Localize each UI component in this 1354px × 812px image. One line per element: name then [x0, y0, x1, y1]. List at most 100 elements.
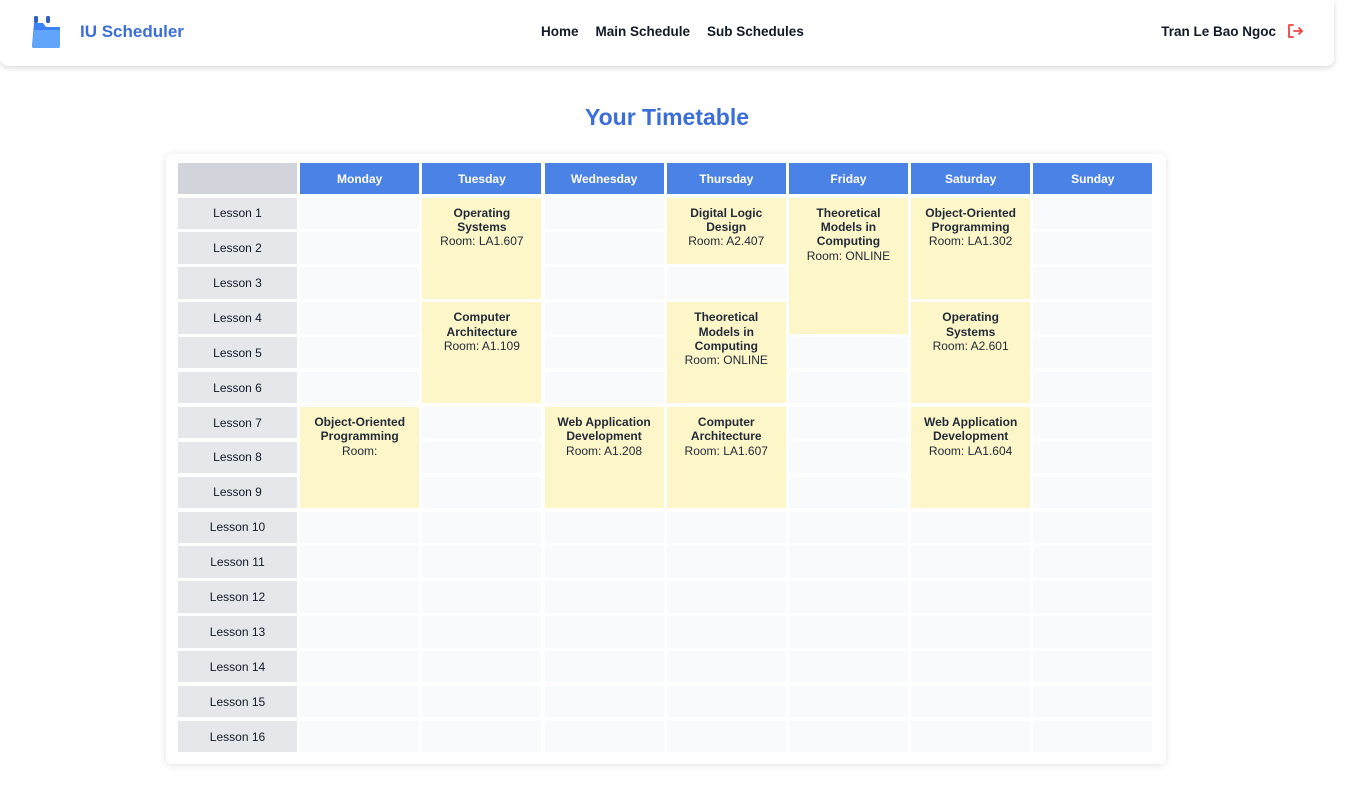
course-room: Room: ONLINE: [806, 248, 891, 263]
course-name: Digital Logic Design: [690, 205, 763, 234]
lesson-label: Lesson 7: [178, 406, 297, 439]
timetable-cell: [300, 581, 420, 613]
course-room: Room: A1.109: [443, 338, 520, 353]
course-room: Room: LA1.607: [440, 234, 524, 249]
timetable-cell: [788, 685, 908, 718]
timetable-cell: [544, 651, 664, 683]
timetable-cell: [1033, 232, 1153, 264]
timetable-cell: [300, 302, 420, 334]
timetable-cell: [911, 651, 1031, 683]
course-name: Computer Architecture: [446, 310, 518, 339]
day-header-tuesday: Tuesday: [422, 163, 542, 194]
timetable-cell: [1033, 267, 1153, 299]
timetable-cell: [788, 720, 908, 753]
timetable-cell: [666, 511, 786, 543]
course-name: Object-Oriented Programming: [925, 205, 1016, 234]
timetable-cell: [300, 546, 420, 578]
timetable-cell: [666, 685, 786, 718]
timetable-cell: [544, 616, 664, 648]
timetable-cell: [666, 581, 786, 613]
course-block[interactable]: Operating Systems Room: A2.601: [911, 302, 1031, 404]
course-name: Web Application Development: [557, 414, 651, 444]
timetable-cell: [788, 441, 908, 474]
course-room: Room: LA1.607: [684, 443, 768, 458]
timetable-cell: [1033, 651, 1153, 683]
timetable-cell: [1033, 371, 1153, 404]
timetable-cell: [422, 546, 542, 578]
course-block[interactable]: Web Application Development Room: A1.208: [544, 406, 664, 509]
timetable-cell: [1033, 337, 1153, 369]
course-name: Object-Oriented Programming: [314, 414, 406, 444]
timetable-cell: [422, 685, 542, 718]
timetable-cell: [300, 232, 420, 264]
timetable-cell: [788, 651, 908, 683]
course-block[interactable]: Object-Oriented Programming Room:: [300, 406, 420, 509]
course-room: Room:: [342, 443, 378, 458]
course-block[interactable]: Computer Architecture Room: A1.109: [422, 302, 542, 404]
timetable-cell: [300, 197, 420, 229]
timetable-cell: [666, 651, 786, 683]
nav-links: Home Main Schedule Sub Schedules: [541, 20, 804, 42]
course-block[interactable]: Object-Oriented Programming Room: LA1.302: [911, 197, 1031, 299]
nav-main-schedule-link[interactable]: Main Schedule: [596, 24, 691, 39]
timetable-cell: [1033, 406, 1153, 439]
timetable-cell: [544, 302, 664, 334]
lesson-label: Lesson 11: [178, 546, 297, 578]
timetable-cell: [788, 371, 908, 404]
timetable-cell: [300, 720, 420, 753]
lesson-label: Lesson 2: [178, 232, 297, 264]
user-name: Tran Le Bao Ngoc: [1161, 23, 1276, 39]
user-area: Tran Le Bao Ngoc: [1161, 20, 1304, 42]
timetable-cell: [422, 476, 542, 509]
course-block[interactable]: Theoretical Models in Computing Room: ONL…: [788, 197, 908, 334]
app-name: IU Scheduler: [80, 22, 184, 41]
lesson-label: Lesson 16: [178, 720, 297, 753]
timetable-cell: [666, 267, 786, 299]
timetable-corner: [178, 163, 297, 194]
brand-link[interactable]: IU Scheduler: [32, 14, 184, 50]
lesson-label: Lesson 4: [178, 302, 297, 334]
nav-sub-schedules-link[interactable]: Sub Schedules: [707, 24, 804, 39]
timetable-cell: [788, 476, 908, 509]
timetable-cell: [788, 616, 908, 648]
course-block[interactable]: Operating Systems Room: LA1.607: [422, 197, 542, 299]
course-block[interactable]: Theoretical Models in Computing Room: ONL…: [666, 302, 786, 404]
course-room: Room: ONLINE: [684, 353, 768, 368]
logout-icon: [1288, 24, 1303, 38]
logout-button[interactable]: [1286, 22, 1304, 40]
day-header-friday: Friday: [788, 163, 908, 194]
course-name: Operating Systems: [942, 310, 999, 339]
lesson-label: Lesson 12: [178, 581, 297, 613]
timetable-cell: [1033, 685, 1153, 718]
course-room: Room: A2.601: [932, 338, 1009, 353]
timetable-cell: [544, 546, 664, 578]
timetable-cell: [1033, 546, 1153, 578]
timetable-cell: [422, 651, 542, 683]
timetable-cell: [1033, 511, 1153, 543]
timetable-cell: [300, 371, 420, 404]
course-block[interactable]: Web Application Development Room: LA1.604: [911, 406, 1031, 509]
timetable-cell: [911, 616, 1031, 648]
timetable-cell: [422, 720, 542, 753]
timetable-cell: [788, 511, 908, 543]
course-name: Theoretical Models in Computing: [694, 310, 759, 353]
lesson-label: Lesson 5: [178, 337, 297, 369]
course-name: Web Application Development: [923, 414, 1018, 444]
day-header-saturday: Saturday: [911, 163, 1031, 194]
timetable-cell: [544, 267, 664, 299]
timetable-cell: [666, 720, 786, 753]
page-title: Your Timetable: [584, 104, 750, 130]
course-block[interactable]: Digital Logic Design Room: A2.407: [666, 197, 786, 264]
timetable-cell: [300, 685, 420, 718]
timetable-cell: [788, 546, 908, 578]
timetable-cell: [544, 232, 664, 264]
timetable-cell: [1033, 581, 1153, 613]
nav-home-link[interactable]: Home: [541, 24, 579, 39]
timetable-cell: [422, 581, 542, 613]
timetable-cell: [788, 337, 908, 369]
lesson-label: Lesson 13: [178, 616, 297, 648]
timetable-cell: [666, 616, 786, 648]
course-block[interactable]: Computer Architecture Room: LA1.607: [666, 406, 786, 509]
timetable-cell: [544, 720, 664, 753]
timetable-cell: [544, 371, 664, 404]
